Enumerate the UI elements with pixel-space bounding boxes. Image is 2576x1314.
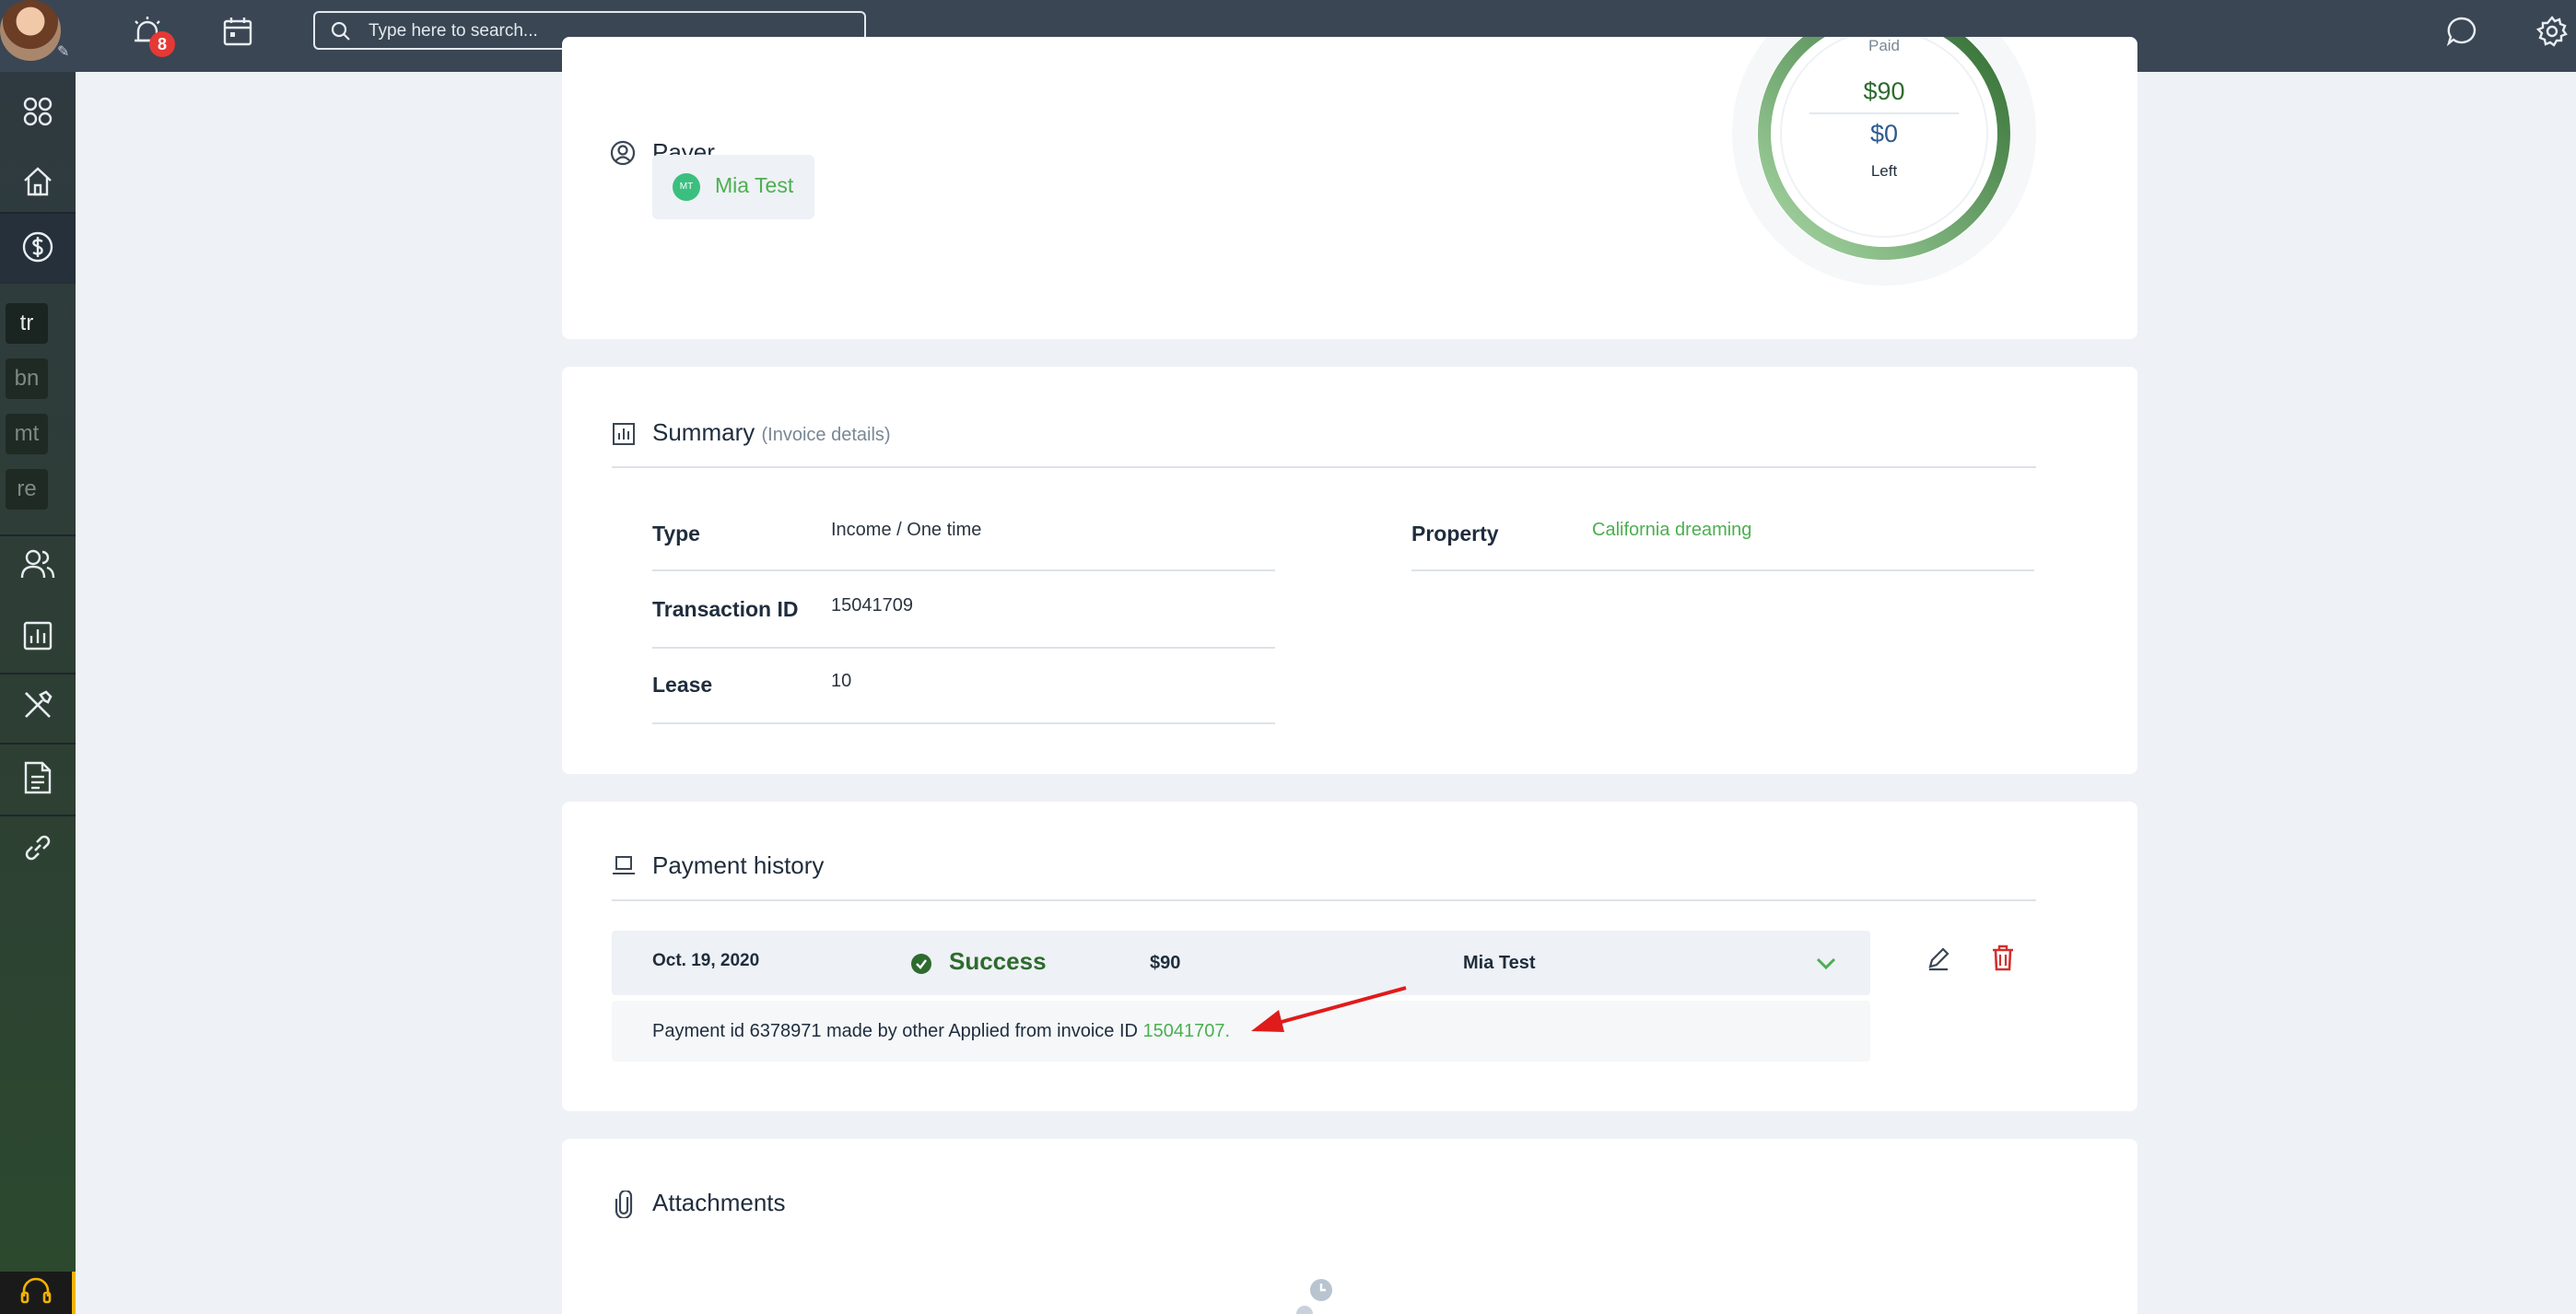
payment-amount: $90 — [1150, 953, 1181, 973]
payer-chip[interactable]: MT Mia Test — [652, 155, 814, 219]
sidebar: tr bn mt re — [0, 72, 76, 1314]
field-divider — [652, 647, 1275, 649]
field-label-transaction-id: Transaction ID — [652, 597, 799, 621]
sidebar-item-links[interactable] — [0, 817, 76, 882]
payment-note: Payment id 6378971 made by other Applied… — [612, 1001, 1870, 1062]
headset-icon — [19, 1276, 53, 1310]
sidebar-item-accounting[interactable] — [0, 214, 76, 284]
dollar-circle-icon — [21, 230, 54, 268]
users-icon — [20, 547, 55, 585]
payment-history-title: Payment history — [652, 851, 825, 879]
ring-divider — [1809, 112, 1959, 114]
field-divider — [1411, 569, 2034, 571]
attachments-title: Attachments — [652, 1189, 786, 1216]
chevron-down-icon[interactable] — [1815, 955, 1837, 973]
sidebar-item-reports[interactable] — [0, 605, 76, 670]
summary-chart-icon — [613, 423, 635, 445]
annotation-arrow — [1251, 986, 1407, 1032]
sidebar-tag-tr[interactable]: tr — [6, 303, 48, 344]
summary-divider — [612, 466, 2036, 468]
paperclip-icon — [615, 1191, 633, 1218]
field-divider — [652, 722, 1275, 724]
payment-history-divider — [612, 899, 2036, 901]
field-label-type: Type — [652, 522, 700, 546]
sidebar-item-people[interactable] — [0, 534, 76, 598]
search-icon — [330, 20, 352, 47]
payment-note-prefix: Payment id 6378971 made by other Applied… — [652, 1021, 1138, 1041]
payer-avatar: MT — [673, 173, 700, 201]
document-icon — [23, 761, 53, 799]
progress-ring-graphic — [1757, 37, 2011, 261]
ring-paid-label: Paid — [1868, 37, 1901, 54]
field-value-type: Income / One time — [831, 520, 982, 540]
sidebar-tag-bn[interactable]: bn — [6, 358, 48, 399]
summary-title-text: Summary — [652, 418, 755, 446]
field-divider — [652, 569, 1275, 571]
property-link[interactable]: California dreaming — [1592, 520, 1751, 541]
clock-icon — [1296, 1279, 1332, 1314]
bar-chart-icon — [22, 620, 53, 656]
payment-history-card: Payment history Oct. 19, 2020 Success $9… — [562, 802, 2137, 1111]
link-icon — [21, 831, 54, 869]
summary-card: Summary (Invoice details) Type Income / … — [562, 367, 2137, 774]
ring-paid-amount: $90 — [1863, 77, 1905, 105]
pin-icon: ✎ — [57, 44, 70, 60]
success-check-icon — [911, 954, 931, 974]
field-value-transaction-id: 15041709 — [831, 595, 913, 616]
sidebar-item-maintenance[interactable] — [0, 675, 76, 739]
ring-left-label: Left — [1870, 162, 1898, 180]
apps-grid-icon — [22, 96, 53, 132]
tools-icon — [22, 689, 53, 725]
field-label-lease: Lease — [652, 673, 713, 697]
payment-progress-ring: Paid $90 $0 Left — [1732, 37, 2036, 286]
sidebar-tag-re[interactable]: re — [6, 469, 48, 510]
notification-count-badge: 8 — [149, 31, 175, 57]
gear-icon[interactable] — [2532, 11, 2572, 52]
field-label-property: Property — [1411, 522, 1499, 546]
payment-date: Oct. 19, 2020 — [652, 951, 760, 970]
payment-note-text: Payment id 6378971 made by other Applied… — [652, 1021, 1230, 1042]
support-accent — [72, 1272, 76, 1314]
sidebar-tag-mt[interactable]: mt — [6, 414, 48, 454]
sidebar-item-documents[interactable] — [0, 747, 76, 812]
support-button[interactable] — [0, 1272, 72, 1314]
invoice-link[interactable]: 15041707. — [1143, 1021, 1231, 1041]
payment-status: Success — [949, 947, 1047, 975]
sidebar-divider — [0, 815, 76, 816]
sidebar-divider — [0, 743, 76, 745]
summary-subtitle: (Invoice details) — [761, 425, 891, 445]
payment-payer: Mia Test — [1463, 953, 1536, 973]
sidebar-item-apps[interactable] — [0, 81, 76, 146]
chat-icon[interactable] — [2441, 11, 2482, 52]
user-circle-icon — [610, 140, 636, 166]
user-avatar[interactable] — [0, 0, 61, 61]
sidebar-item-home[interactable] — [0, 151, 76, 216]
edit-pencil-icon[interactable] — [1926, 945, 1951, 971]
home-icon — [21, 165, 54, 203]
summary-title: Summary (Invoice details) — [652, 418, 891, 447]
payment-row[interactable]: Oct. 19, 2020 Success $90 Mia Test — [612, 931, 1870, 995]
laptop-icon — [613, 856, 635, 874]
delete-trash-icon[interactable] — [1990, 944, 2016, 971]
field-value-lease: 10 — [831, 671, 852, 691]
attachments-card: Attachments — [562, 1139, 2137, 1314]
payer-card: Payer MT Mia Test Paid $90 $0 Left — [562, 37, 2137, 339]
payer-name: Mia Test — [715, 173, 794, 197]
ring-left-amount: $0 — [1869, 120, 1899, 147]
calendar-icon[interactable] — [217, 11, 258, 52]
